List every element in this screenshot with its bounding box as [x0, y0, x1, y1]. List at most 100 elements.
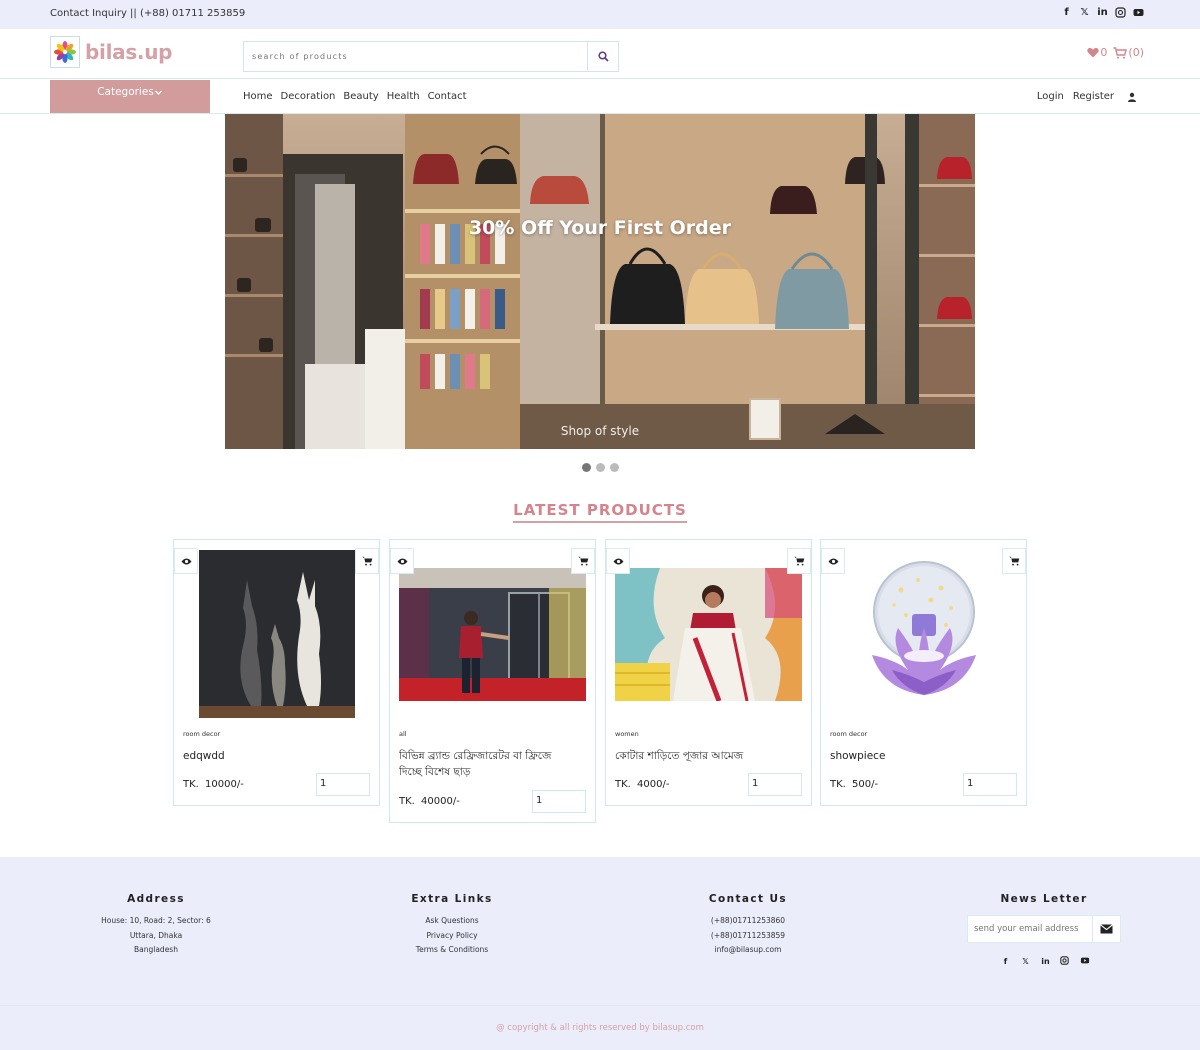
- logo-flower-icon: [50, 36, 80, 68]
- nav-link-contact[interactable]: Contact: [428, 91, 467, 102]
- youtube-icon[interactable]: [1133, 7, 1144, 19]
- footer-link-terms[interactable]: Terms & Conditions: [382, 943, 522, 958]
- newsletter-submit-button[interactable]: [1093, 915, 1121, 943]
- product-category: room decor: [183, 730, 221, 738]
- hero-banner[interactable]: 30% Off Your First Order Shop of style: [225, 114, 975, 449]
- nav-link-beauty[interactable]: Beauty: [343, 91, 378, 102]
- user-icon[interactable]: [1127, 92, 1137, 102]
- product-category: room decor: [830, 730, 868, 738]
- footer-socials: f 𝕏 in: [1000, 956, 1091, 968]
- contact-phone[interactable]: (+88)01711253860: [678, 914, 818, 929]
- search-button[interactable]: [587, 42, 618, 71]
- product-card[interactable]: room decor edqwdd TK. 10000/- 1: [173, 539, 380, 806]
- nav-link-health[interactable]: Health: [387, 91, 420, 102]
- instagram-icon[interactable]: [1060, 956, 1071, 968]
- product-category: women: [615, 730, 639, 738]
- search-input[interactable]: [244, 42, 588, 71]
- cart-icon: [1008, 556, 1019, 566]
- quantity-input[interactable]: 1: [316, 773, 370, 796]
- price-value: 40000/-: [421, 796, 460, 807]
- logo[interactable]: bilas.up: [50, 36, 172, 68]
- cart-icon: [361, 556, 372, 566]
- price-currency: TK.: [615, 779, 631, 790]
- quantity-input[interactable]: 1: [963, 773, 1017, 796]
- product-image[interactable]: [399, 568, 586, 701]
- youtube-icon[interactable]: [1080, 956, 1091, 968]
- address-line: House: 10, Road: 2, Sector: 6: [101, 916, 211, 925]
- quick-view-button[interactable]: [174, 548, 198, 574]
- nav-link-decoration[interactable]: Decoration: [281, 91, 336, 102]
- instagram-icon[interactable]: [1115, 7, 1126, 19]
- footer-link-ask-questions[interactable]: Ask Questions: [382, 914, 522, 929]
- price-value: 10000/-: [205, 779, 244, 790]
- product-card[interactable]: all বিভিন্ন ব্র্যান্ড রেফ্রিজারেটর বা ফ্…: [389, 539, 596, 823]
- cart-icon: [577, 556, 588, 566]
- footer-contact-title: Contact Us: [708, 893, 788, 905]
- copyright: @ copyright & all rights reserved by bil…: [0, 1005, 1200, 1050]
- product-name[interactable]: বিভিন্ন ব্র্যান্ড রেফ্রিজারেটর বা ফ্রিজে…: [399, 748, 577, 780]
- wishlist-count: 0: [1100, 46, 1108, 59]
- register-link[interactable]: Register: [1073, 91, 1114, 102]
- contact-email[interactable]: info@bilasup.com: [678, 943, 818, 958]
- site-header: bilas.up 0 (0): [0, 29, 1200, 79]
- x-icon[interactable]: 𝕏: [1079, 7, 1090, 19]
- categories-dropdown[interactable]: Categories: [50, 80, 210, 113]
- quantity-input[interactable]: 1: [532, 790, 586, 813]
- quick-view-button[interactable]: [606, 548, 630, 574]
- product-image[interactable]: [199, 550, 355, 718]
- price-currency: TK.: [399, 796, 415, 807]
- carousel-dot-3[interactable]: [610, 463, 619, 472]
- price-value: 500/-: [852, 779, 879, 790]
- login-link[interactable]: Login: [1037, 91, 1064, 102]
- nav-links: Home Decoration Beauty Health Contact: [243, 91, 466, 102]
- nav-link-home[interactable]: Home: [243, 91, 273, 102]
- hero-title: 30% Off Your First Order: [468, 217, 732, 239]
- product-image[interactable]: [615, 568, 802, 701]
- product-name[interactable]: edqwdd: [183, 748, 373, 764]
- x-icon[interactable]: 𝕏: [1020, 956, 1031, 968]
- quick-view-button[interactable]: [821, 548, 845, 574]
- chevron-down-icon: [154, 90, 162, 95]
- facebook-icon[interactable]: f: [1061, 7, 1072, 19]
- quantity-input[interactable]: 1: [748, 773, 802, 796]
- add-to-cart-button[interactable]: [1002, 548, 1026, 574]
- add-to-cart-button[interactable]: [355, 548, 379, 574]
- product-card[interactable]: women কোটার শাড়িতে পূজার আমেজ TK. 4000/…: [605, 539, 812, 806]
- contact-phone[interactable]: (+88)01711253859: [678, 929, 818, 944]
- product-image[interactable]: [846, 550, 1002, 706]
- auth-links: Login Register: [1037, 91, 1137, 102]
- carousel-dot-2[interactable]: [596, 463, 605, 472]
- wishlist-button[interactable]: 0: [1087, 46, 1107, 59]
- header-actions: 0 (0): [1087, 46, 1144, 59]
- footer-link-privacy-policy[interactable]: Privacy Policy: [382, 929, 522, 944]
- add-to-cart-button[interactable]: [571, 548, 595, 574]
- price-currency: TK.: [183, 779, 199, 790]
- linkedin-icon[interactable]: in: [1040, 956, 1051, 968]
- product-price: TK. 500/-: [830, 779, 878, 790]
- facebook-icon[interactable]: f: [1000, 956, 1011, 968]
- hero-store-image: [225, 114, 975, 449]
- contact-inquiry: Contact Inquiry || (+88) 01711 253859: [50, 8, 246, 19]
- quick-view-button[interactable]: [390, 548, 414, 574]
- cart-count: (0): [1128, 46, 1144, 59]
- linkedin-icon[interactable]: in: [1097, 7, 1108, 19]
- main-nav: Categories Home Decoration Beauty Health…: [0, 79, 1200, 114]
- footer-newsletter: News Letter: [974, 893, 1114, 914]
- top-socials: f 𝕏 in: [1061, 7, 1144, 19]
- cart-button[interactable]: (0): [1113, 46, 1144, 59]
- product-category: all: [399, 730, 407, 738]
- search-bar: [243, 41, 619, 72]
- product-name[interactable]: কোটার শাড়িতে পূজার আমেজ: [615, 748, 805, 764]
- newsletter-email-input[interactable]: [967, 915, 1093, 943]
- footer-address-title: Address: [127, 893, 185, 905]
- carousel-indicators: [582, 463, 619, 472]
- footer-address: Address House: 10, Road: 2, Sector: 6 Ut…: [86, 893, 226, 958]
- product-card[interactable]: room decor showpiece TK. 500/- 1: [820, 539, 1027, 806]
- address-line: Uttara, Dhaka: [129, 930, 183, 940]
- add-to-cart-button[interactable]: [787, 548, 811, 574]
- top-bar: Contact Inquiry || (+88) 01711 253859 f …: [0, 0, 1200, 29]
- product-name[interactable]: showpiece: [830, 748, 1020, 764]
- hero-subtitle: Shop of style: [560, 424, 640, 438]
- latest-products-heading: LATEST PRODUCTS: [0, 500, 1200, 523]
- carousel-dot-1[interactable]: [582, 463, 591, 472]
